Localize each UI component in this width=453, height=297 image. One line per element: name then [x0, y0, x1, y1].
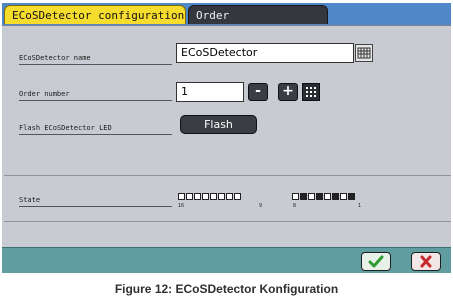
state-bit-13	[202, 193, 209, 200]
tab-bar: ECoSDetector configuration Order	[2, 3, 451, 25]
tab-order[interactable]: Order	[188, 5, 328, 24]
state-bit-2	[340, 193, 347, 200]
ok-button[interactable]	[361, 252, 391, 271]
state-bit-6	[308, 193, 315, 200]
state-bit-16	[178, 193, 185, 200]
keyboard-icon	[357, 47, 371, 59]
numpad-button[interactable]	[302, 83, 320, 101]
figure-caption: Figure 12: ECoSDetector Konfiguration	[114, 282, 339, 296]
order-number-label: Order number	[19, 90, 172, 101]
state-bit-10	[226, 193, 233, 200]
increment-button[interactable]: +	[278, 83, 298, 101]
state-bits-low	[292, 193, 355, 200]
name-label: ECoSDetector name	[19, 54, 172, 65]
section-divider	[4, 175, 451, 176]
bit-label-9: 9	[259, 203, 263, 209]
keyboard-button[interactable]	[355, 44, 373, 62]
state-label: State	[19, 196, 172, 207]
bit-label-1: 1	[358, 203, 362, 209]
cancel-button[interactable]	[411, 252, 441, 271]
tab-bar-divider	[2, 25, 451, 26]
config-window: ECoSDetector configuration Order ECoSDet…	[2, 3, 451, 273]
state-bits-high	[178, 193, 241, 200]
state-bit-8	[292, 193, 299, 200]
state-bit-5	[316, 193, 323, 200]
state-bit-3	[332, 193, 339, 200]
name-input[interactable]: ECoSDetector	[176, 43, 354, 63]
bit-label-8: 8	[293, 203, 297, 209]
state-bit-15	[186, 193, 193, 200]
decrement-button[interactable]: -	[248, 83, 268, 101]
footer-divider	[4, 221, 451, 222]
flash-button[interactable]: Flash	[180, 115, 257, 134]
bit-label-16: 16	[178, 203, 185, 209]
flash-led-label: Flash ECoSDetector LED	[19, 124, 172, 135]
numpad-icon	[306, 87, 316, 97]
state-bit-12	[210, 193, 217, 200]
checkmark-icon	[368, 255, 384, 268]
tab-ecosdetector-configuration[interactable]: ECoSDetector configuration	[4, 5, 186, 24]
state-bit-1	[348, 193, 355, 200]
order-number-input[interactable]: 1	[176, 82, 244, 102]
footer-bar	[2, 247, 451, 273]
state-bit-4	[324, 193, 331, 200]
state-bit-11	[218, 193, 225, 200]
state-bit-14	[194, 193, 201, 200]
x-icon	[420, 255, 432, 268]
state-bit-7	[300, 193, 307, 200]
state-bit-9	[234, 193, 241, 200]
